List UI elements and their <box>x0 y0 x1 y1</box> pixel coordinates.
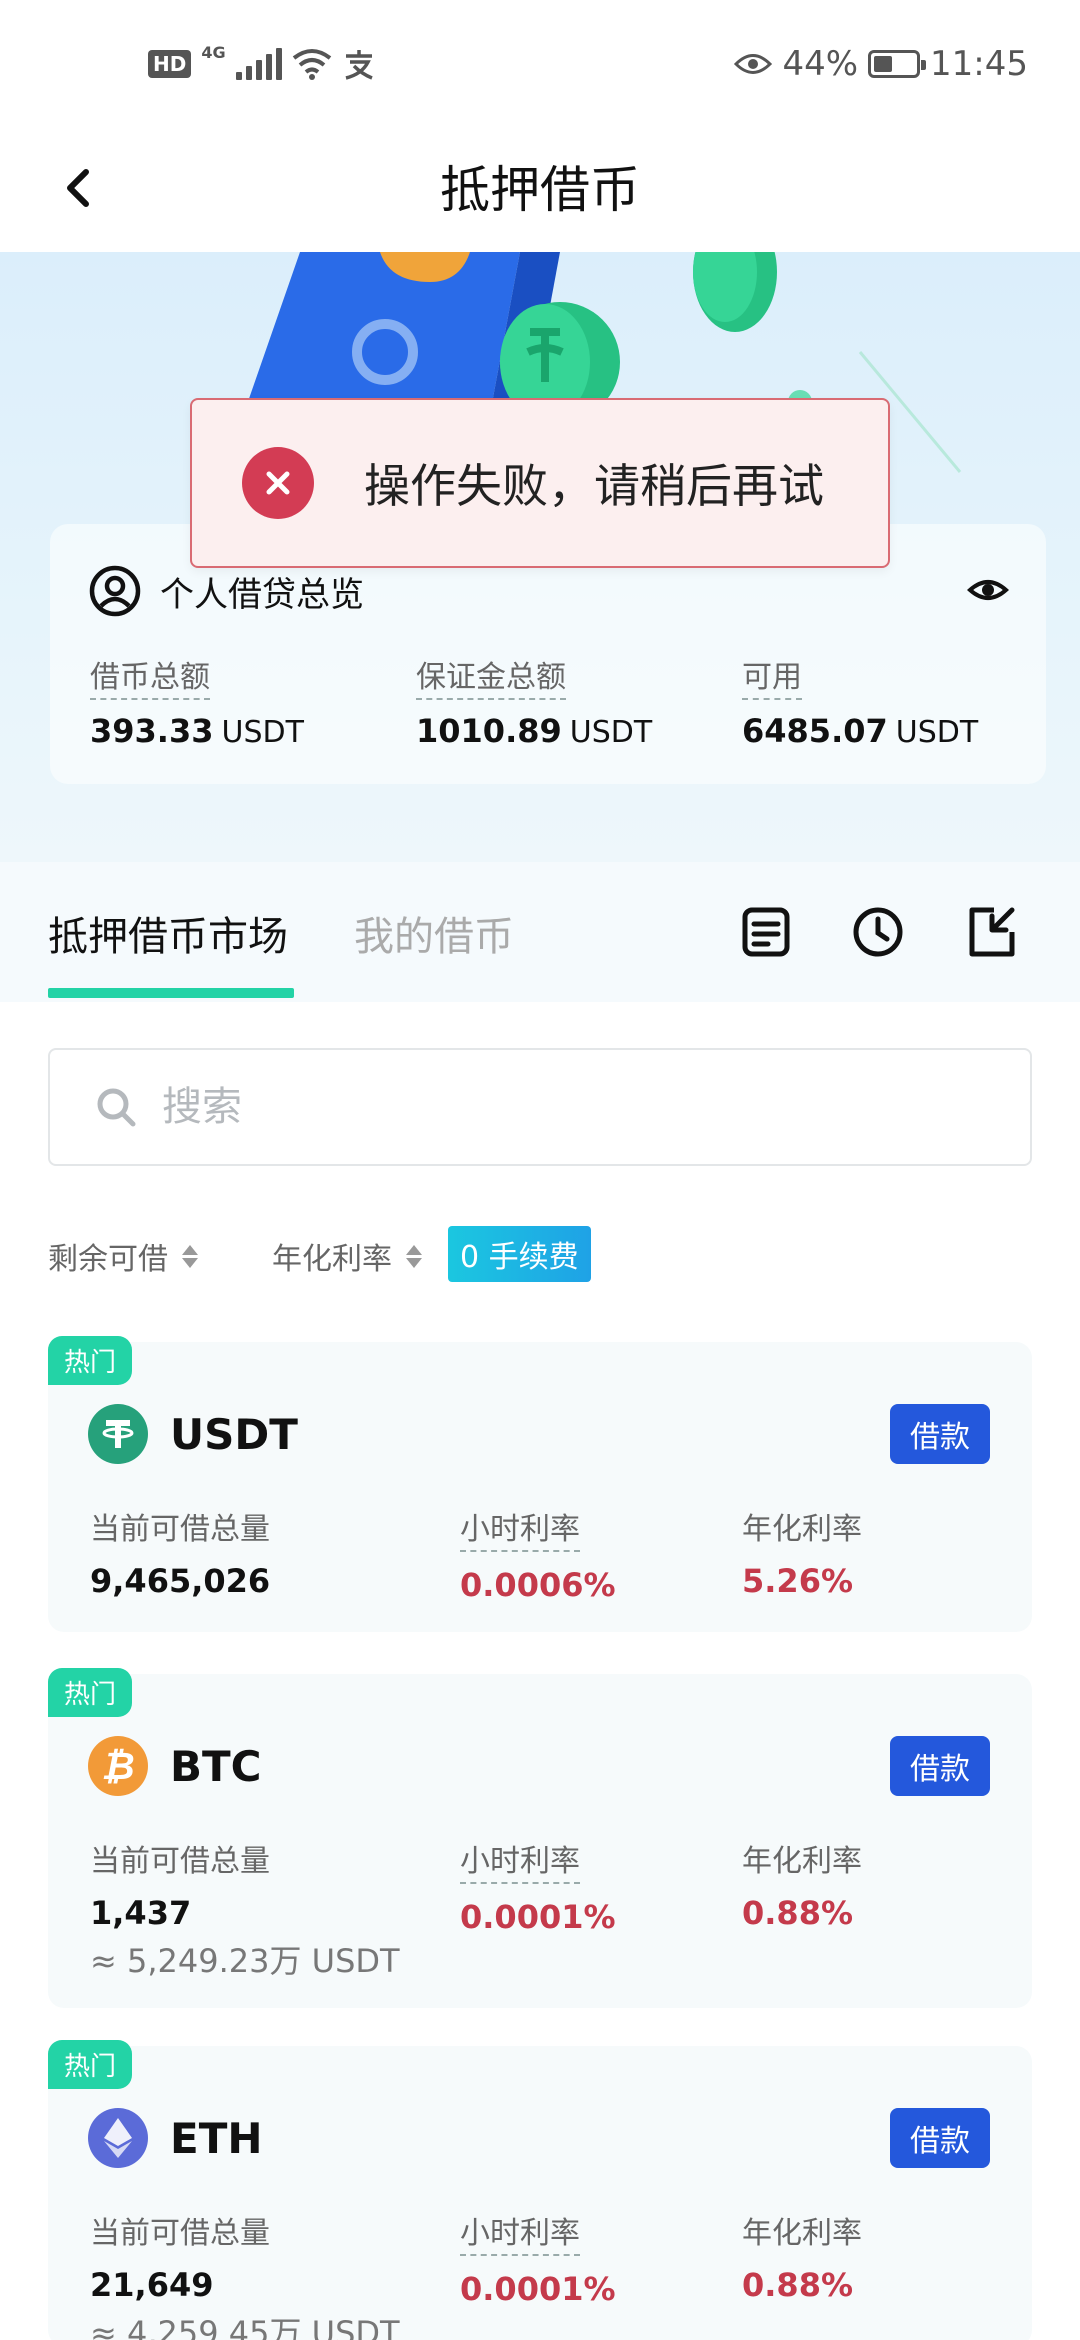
borrow-button[interactable]: 借款 <box>890 1404 990 1464</box>
clock: 11:45 <box>930 44 1028 84</box>
wifi-icon <box>292 49 331 80</box>
market-card-btc[interactable]: 热门 ₿ BTC 借款 当前可借总量 1,437 ≈ 5,249.23万 USD… <box>48 1668 1032 2008</box>
tabs-bar: 抵押借币市场 我的借币 <box>0 862 1080 1002</box>
coin-name: ETH <box>170 2113 263 2163</box>
coin-name: BTC <box>170 1741 262 1791</box>
signal-icon <box>235 48 282 80</box>
sort-remaining[interactable]: 剩余可借 <box>48 1234 198 1278</box>
coin-header: ₿ BTC <box>88 1736 262 1796</box>
total-value: 21,649 <box>90 2266 214 2304</box>
hd-badge: HD <box>148 50 192 78</box>
status-bar: HD 4G 44% 11:45 <box>0 0 1080 130</box>
stat-margin: 保证金总额 1010.89 USDT <box>416 652 652 750</box>
tab-market[interactable]: 抵押借币市场 <box>48 904 288 962</box>
btc-logo-icon: ₿ <box>88 1736 148 1796</box>
market-card-usdt[interactable]: 热门 USDT 借款 当前可借总量 9,465,026 小时利率 0.0006%… <box>48 1336 1032 1632</box>
tab-indicator <box>48 988 294 998</box>
annual-value: 0.88% <box>742 2266 854 2304</box>
stat-label: 借币总额 <box>90 652 210 700</box>
coin-header: USDT <box>88 1404 298 1464</box>
hourly-label: 小时利率 <box>460 1836 580 1884</box>
repay-icon[interactable] <box>964 904 1020 960</box>
stat-label: 可用 <box>742 652 802 700</box>
history-clock-icon[interactable] <box>850 904 906 960</box>
hourly-rate: 小时利率 0.0001% <box>460 2208 616 2308</box>
total-available: 当前可借总量 21,649 ≈ 4,259.45万 USDT <box>90 2208 400 2340</box>
total-label: 当前可借总量 <box>90 1844 270 1879</box>
stat-label: 保证金总额 <box>416 652 566 700</box>
stat-available: 可用 6485.07 USDT <box>742 652 978 750</box>
status-left: HD 4G <box>148 43 376 80</box>
hourly-value: 0.0006% <box>460 1566 616 1604</box>
annual-rate: 年化利率 5.26% <box>742 1504 862 1600</box>
error-toast: 操作失败，请稍后再试 <box>190 398 890 568</box>
sort-remaining-label: 剩余可借 <box>48 1242 168 1277</box>
search-box[interactable] <box>48 1048 1032 1166</box>
stat-value: 6485.07 USDT <box>742 712 979 750</box>
hourly-rate: 小时利率 0.0006% <box>460 1504 616 1604</box>
overview-title: 个人借贷总览 <box>160 574 364 615</box>
sort-icon <box>406 1244 422 1268</box>
battery-icon <box>868 50 927 78</box>
eye-percent: 44% <box>782 44 859 84</box>
total-available: 当前可借总量 9,465,026 <box>90 1504 270 1600</box>
borrow-button[interactable]: 借款 <box>890 1736 990 1796</box>
stat-value: 393.33 USDT <box>90 712 304 750</box>
hourly-value: 0.0001% <box>460 2270 616 2308</box>
total-usdt-equiv: ≈ 4,259.45万 USDT <box>90 2314 400 2340</box>
alipay-icon <box>345 50 373 80</box>
total-value: 9,465,026 <box>90 1562 271 1600</box>
eye-toggle-icon[interactable] <box>966 568 1010 612</box>
annual-rate: 年化利率 0.88% <box>742 2208 862 2304</box>
usdt-logo-icon <box>88 1404 148 1464</box>
orders-icon[interactable] <box>738 904 794 960</box>
user-circle-icon <box>89 565 141 617</box>
overview-header: 个人借贷总览 <box>88 564 364 618</box>
annual-label: 年化利率 <box>742 1844 862 1879</box>
total-available: 当前可借总量 1,437 ≈ 5,249.23万 USDT <box>90 1836 400 1982</box>
app-header: 抵押借币 <box>0 130 1080 252</box>
tab-my-borrow[interactable]: 我的借币 <box>354 904 514 962</box>
eth-logo-icon <box>88 2108 148 2168</box>
hourly-label: 小时利率 <box>460 2208 580 2256</box>
toast-message: 操作失败，请稍后再试 <box>364 459 824 513</box>
coin-header: ETH <box>88 2108 263 2168</box>
sort-annual-rate[interactable]: 年化利率 <box>272 1234 422 1278</box>
network-type: 4G <box>201 42 226 62</box>
stat-value: 1010.89 USDT <box>416 712 653 750</box>
search-icon <box>97 1088 136 1127</box>
filter-bar: 剩余可借 年化利率 0 手续费 <box>48 1226 1032 1282</box>
search-input[interactable] <box>162 1084 962 1130</box>
total-label: 当前可借总量 <box>90 2216 270 2251</box>
hot-tag: 热门 <box>48 1336 133 1385</box>
annual-rate: 年化利率 0.88% <box>742 1836 862 1932</box>
hot-tag: 热门 <box>48 2040 133 2089</box>
hourly-value: 0.0001% <box>460 1898 616 1936</box>
total-value: 1,437 <box>90 1894 192 1932</box>
total-usdt-equiv: ≈ 5,249.23万 USDT <box>90 1942 400 1980</box>
annual-label: 年化利率 <box>742 1512 862 1547</box>
hourly-label: 小时利率 <box>460 1504 580 1552</box>
hourly-rate: 小时利率 0.0001% <box>460 1836 616 1936</box>
borrow-button[interactable]: 借款 <box>890 2108 990 2168</box>
market-card-eth[interactable]: 热门 ETH 借款 当前可借总量 21,649 ≈ 4,259.45万 USDT… <box>48 2040 1032 2340</box>
annual-value: 5.26% <box>742 1562 854 1600</box>
status-right: 44% 11:45 <box>734 44 1028 84</box>
annual-label: 年化利率 <box>742 2216 862 2251</box>
stat-borrowed: 借币总额 393.33 USDT <box>90 652 304 750</box>
zero-fee-badge: 0 手续费 <box>448 1226 591 1282</box>
page-title: 抵押借币 <box>440 161 640 219</box>
total-label: 当前可借总量 <box>90 1512 270 1547</box>
error-icon <box>242 447 314 519</box>
eye-comfort-icon <box>734 54 773 74</box>
sort-icon <box>182 1244 198 1268</box>
sort-annual-label: 年化利率 <box>272 1242 392 1277</box>
annual-value: 0.88% <box>742 1894 854 1932</box>
coin-name: USDT <box>170 1409 298 1459</box>
hot-tag: 热门 <box>48 1668 133 1717</box>
